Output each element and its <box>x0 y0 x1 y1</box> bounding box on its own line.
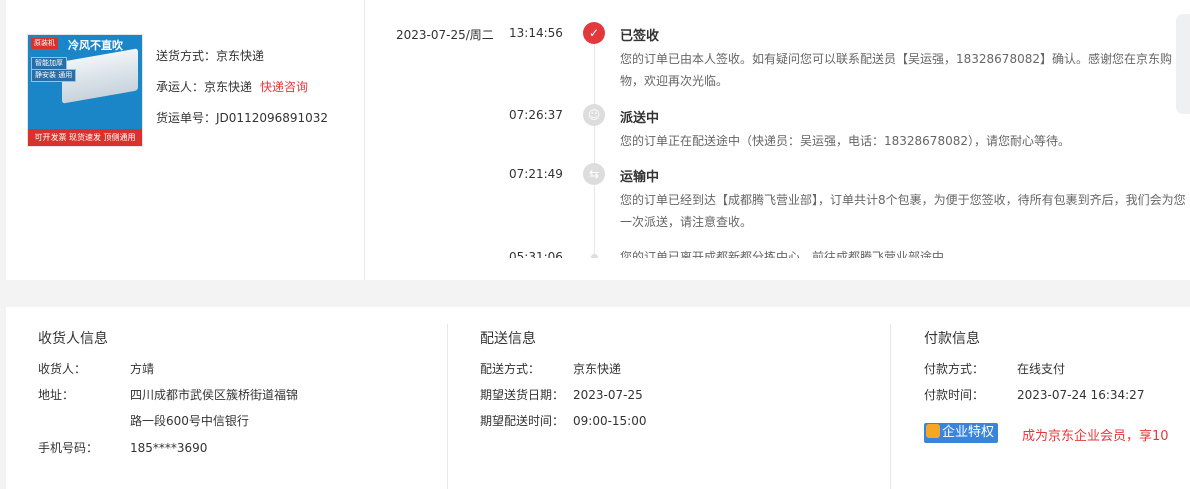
timeline-status: 派送中 <box>620 111 660 126</box>
delivery-date-label: 期望送货日期： <box>480 388 565 402</box>
delivery-date-row: 期望送货日期： 2023-07-25 <box>480 382 643 408</box>
payment-heading: 付款信息 <box>924 331 980 347</box>
receiver-name-row: 收货人： 方靖 <box>38 356 154 382</box>
shipping-method-row: 送货方式：京东快递 <box>156 46 328 77</box>
timeline-time: 07:21:49 <box>509 167 563 181</box>
phone-number: 185****3690 <box>130 441 208 455</box>
delivery-date-value: 2023-07-25 <box>573 388 643 402</box>
product-image-title: 冷风不直吹 <box>68 39 123 52</box>
enterprise-badge-label: 企业特权 <box>942 425 995 440</box>
tracking-number: JD0112096891032 <box>216 111 329 125</box>
payment-time-value: 2023-07-24 16:34:27 <box>1017 388 1145 402</box>
dot-icon <box>591 254 598 258</box>
delivery-time-row: 期望配送时间： 09:00-15:00 <box>480 408 647 434</box>
shipping-method-value: 京东快递 <box>216 49 265 63</box>
product-image[interactable]: 原装机 冷风不直吹 智能加厚 静安装 通用 可开发票 现货速发 顶侧通用 <box>27 34 143 147</box>
receiver-info: 收货人信息 收货人： 方靖 地址： 四川成都市武侯区簇桥街道福锦 路一段600号… <box>6 307 447 489</box>
receiver-name: 方靖 <box>130 362 155 376</box>
payment-method-value: 在线支付 <box>1017 362 1066 376</box>
payment-method-label: 付款方式： <box>924 362 985 376</box>
payment-time-label: 付款时间： <box>924 388 985 402</box>
tracking-row: 货运单号：JD0112096891032 <box>156 108 328 139</box>
courier-consult-link[interactable]: 快递咨询 <box>260 80 308 94</box>
enterprise-promo-link[interactable]: 成为京东企业会员，享10 <box>1022 425 1169 444</box>
scrollbar[interactable] <box>1176 14 1190 114</box>
payment-info: 付款信息 付款方式： 在线支付 付款时间： 2023-07-24 16:34:2… <box>891 307 1190 489</box>
phone-row: 手机号码： 185****3690 <box>38 435 207 461</box>
order-info-panel: 收货人信息 收货人： 方靖 地址： 四川成都市武侯区簇桥街道福锦 路一段600号… <box>6 307 1190 489</box>
receiver-name-label: 收货人： <box>38 362 87 376</box>
column-divider <box>364 0 365 280</box>
delivery-heading: 配送信息 <box>480 331 536 347</box>
shipping-info: 送货方式：京东快递 承运人：京东快递 快递咨询 货运单号：JD0112096891… <box>156 46 328 139</box>
timeline-description: 您的订单已由本人签收。如有疑问您可以联系配送员【吴运强，18328678082】… <box>620 52 1172 88</box>
phone-label: 手机号码： <box>38 441 99 455</box>
timeline-line <box>594 32 595 258</box>
delivery-time-label: 期望配送时间： <box>480 414 565 428</box>
enterprise-icon <box>926 424 940 438</box>
timeline-status: 运输中 <box>620 170 660 185</box>
product-image-footer: 可开发票 现货速发 顶侧通用 <box>28 129 142 146</box>
check-icon: ✓ <box>583 22 605 44</box>
shipment-summary: 原装机 冷风不直吹 智能加厚 静安装 通用 可开发票 现货速发 顶侧通用 送货方… <box>6 0 364 280</box>
carrier-row: 承运人：京东快递 快递咨询 <box>156 77 328 108</box>
delivery-method-value: 京东快递 <box>573 362 622 376</box>
truck-icon: ⇆ <box>583 163 605 185</box>
carrier-value: 京东快递 <box>204 80 253 94</box>
receiver-heading: 收货人信息 <box>38 331 108 347</box>
tracking-label: 货运单号： <box>156 111 217 125</box>
payment-method-row: 付款方式： 在线支付 <box>924 356 1065 382</box>
address-line: 路一段600号中信银行 <box>130 414 249 428</box>
payment-time-row: 付款时间： 2023-07-24 16:34:27 <box>924 382 1144 408</box>
timeline-time: 07:26:37 <box>509 108 563 122</box>
product-image-tag: 静安装 通用 <box>31 69 77 82</box>
carrier-label: 承运人： <box>156 80 205 94</box>
delivery-icon: ☺ <box>583 104 605 126</box>
address-label: 地址： <box>38 388 75 402</box>
timeline-description: 您的订单已离开成都新都分拣中心，前往成都腾飞营业部途中 <box>620 250 945 258</box>
address-row: 地址： 四川成都市武侯区簇桥街道福锦 <box>38 382 298 408</box>
timeline-time: 13:14:56 <box>509 26 563 40</box>
enterprise-privilege-badge[interactable]: 企业特权 <box>924 423 999 443</box>
delivery-method-label: 配送方式： <box>480 362 541 376</box>
address-line: 四川成都市武侯区簇桥街道福锦 <box>130 388 299 402</box>
delivery-time-value: 09:00-15:00 <box>573 414 647 428</box>
shipping-method-label: 送货方式： <box>156 49 217 63</box>
product-image-brand: 原装机 <box>31 38 58 49</box>
timeline-status: 已签收 <box>620 29 660 44</box>
timeline-description: 您的订单已经到达【成都腾飞营业部】，订单共计8个包裹，为便于您签收，待所有包裹到… <box>620 193 1186 229</box>
logistics-panel: 原装机 冷风不直吹 智能加厚 静安装 通用 可开发票 现货速发 顶侧通用 送货方… <box>6 0 1190 280</box>
timeline-date: 2023-07-25/周二 <box>396 28 494 42</box>
delivery-info: 配送信息 配送方式： 京东快递 期望送货日期： 2023-07-25 期望配送时… <box>448 307 890 489</box>
tracking-timeline[interactable]: 2023-07-25/周二 13:14:56 ✓ 已签收 您的订单已由本人签收。… <box>388 22 1190 258</box>
timeline-description: 您的订单正在配送途中（快递员：吴运强，电话：18328678082），请您耐心等… <box>620 134 1070 148</box>
timeline-time: 05:31:06 <box>509 250 563 258</box>
delivery-method-row: 配送方式： 京东快递 <box>480 356 621 382</box>
